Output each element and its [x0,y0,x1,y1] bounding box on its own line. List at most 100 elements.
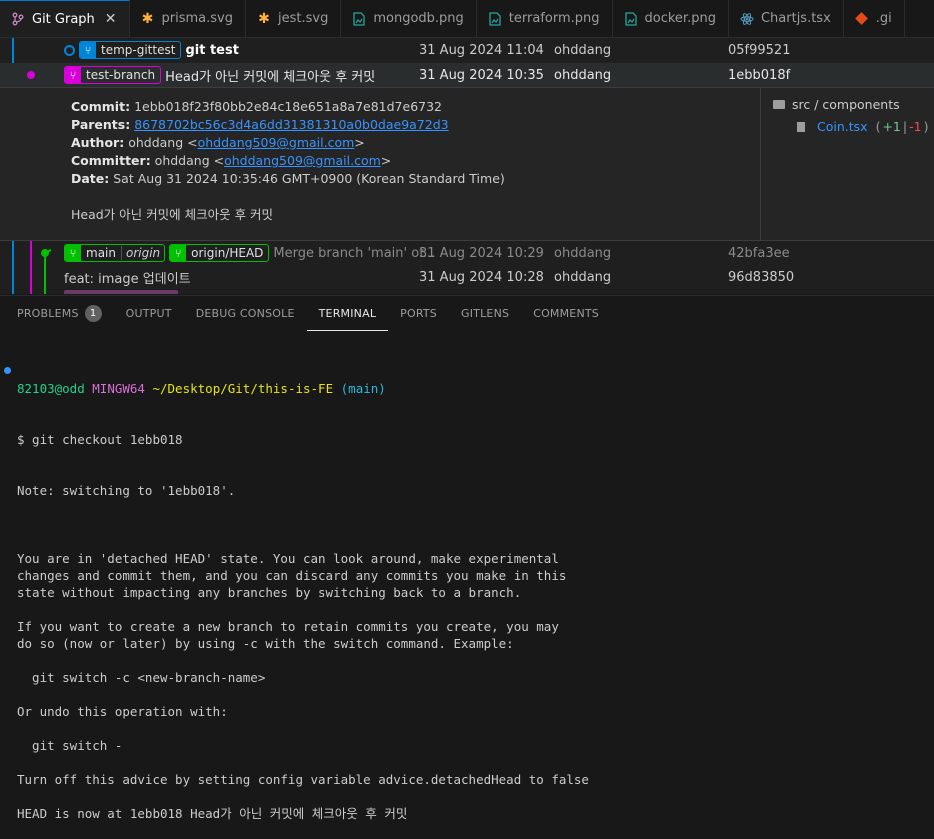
terminal-line: Or undo this operation with: [17,704,228,719]
commit-meta: Commit: 1ebb018f23f80bb2e84c18e651a8a7e8… [71,99,505,222]
terminal-line: do so (now or later) by using -c with th… [17,636,514,651]
tab-label: Git Graph [32,11,95,27]
tab-chartjs-tsx[interactable]: Chartjs.tsx [729,0,844,37]
committer-email-link[interactable]: ohddang509@gmail.com [224,153,381,168]
commit-message: Head가 아닌 커밋에 체크아웃 후 커밋 [165,69,376,85]
tab-label: .gi [875,11,892,26]
branch-icon: ⑂ [80,42,96,58]
file-deletions: -1 [909,119,922,134]
commit-message: Merge branch 'main' of... [273,245,436,261]
folder-label: src / components [792,97,900,112]
image-icon [351,11,367,27]
terminal-line: state without impacting any branches by … [17,585,522,600]
branch-icon: ⑂ [65,67,81,83]
commit-date: 31 Aug 2024 10:28 [419,269,544,285]
commit-full-hash: 1ebb018f23f80bb2e84c18e651a8a7e81d7e6732 [134,99,443,114]
folder-row[interactable]: src / components [773,97,900,112]
svg-icon: ✱ [141,10,154,27]
commit-hash: 1ebb018f [728,67,791,83]
commit-author: ohddang [554,245,612,261]
terminal-output[interactable]: 82103@odd MINGW64 ~/Desktop/Git/this-is-… [17,346,589,839]
commit-row[interactable]: feat: image 업데이트 31 Aug 2024 10:28 ohdda… [0,265,934,289]
commit-message: git test [185,42,239,58]
terminal-line: changes and commit them, and you can dis… [17,568,567,583]
commit-author: ohddang [554,67,612,83]
tab-label: jest.svg [278,11,329,26]
tab-label: docker.png [644,11,716,26]
editor-tab-bar: Git Graph ✕ ✱ prisma.svg ✱ jest.svg mong… [0,0,934,38]
commit-hash: 05f99521 [728,42,791,58]
branch-ref-test-branch[interactable]: ⑂ test-branch [64,66,162,84]
branch-icon: ⑂ [65,245,81,261]
file-icon [797,121,805,132]
commit-date: 31 Aug 2024 10:35 [419,67,544,83]
image-icon [623,11,639,27]
tab-gitignore[interactable]: .gi [844,0,905,37]
terminal-line: If you want to create a new branch to re… [17,619,559,634]
terminal-line: HEAD is now at 1ebb018 Head가 아닌 커밋에 체크아웃… [17,806,408,821]
author-email-link[interactable]: ohddang509@gmail.com [198,135,355,150]
commit-date: 31 Aug 2024 11:04 [419,42,544,58]
terminal-prompt: 82103@odd MINGW64 ~/Desktop/Git/this-is-… [17,381,386,396]
tab-ports[interactable]: PORTS [388,296,449,331]
tab-mongodb-png[interactable]: mongodb.png [341,0,477,37]
commit-hash: 42bfa3ee [728,245,790,261]
tab-gitlens[interactable]: GITLENS [449,296,521,331]
branch-ref-origin-head[interactable]: ⑂ origin/HEAD [169,244,270,262]
commit-date-full: Sat Aug 31 2024 10:35:46 GMT+0900 (Korea… [113,171,505,186]
commit-node [64,45,75,56]
branch-ref-temp-gittest[interactable]: ⑂ temp-gittest [79,41,182,59]
folder-icon [773,100,785,109]
tab-comments[interactable]: COMMENTS [521,296,611,331]
commit-row[interactable]: ⑂ main origin ⑂ origin/HEAD Merge branch… [0,241,934,265]
commit-node [41,249,49,257]
image-icon [487,11,503,27]
terminal-command: $ git checkout 1ebb018 [17,432,183,447]
parent-hash-link[interactable]: 8678702bc56c3d4a6dd31381310a0b0dae9a72d3 [134,117,448,132]
partial-ref-label [64,290,178,294]
commit-row[interactable]: ⑂ temp-gittest git test 31 Aug 2024 11:0… [0,38,934,62]
tab-output[interactable]: OUTPUT [114,296,184,331]
tab-debug-console[interactable]: DEBUG CONSOLE [184,296,307,331]
terminal-lines: Note: switching to '1ebb018'. You are in … [17,482,589,822]
tab-jest-svg[interactable]: ✱ jest.svg [246,0,342,37]
terminal-line: Note: switching to '1ebb018'. [17,483,236,498]
tab-terraform-png[interactable]: terraform.png [477,0,613,37]
file-diff-separator: | [902,119,908,134]
terminal-line: Turn off this advice by setting config v… [17,772,589,787]
tab-label: mongodb.png [373,11,464,26]
commit-node [27,71,35,79]
commit-author: ohddang [554,269,612,285]
panel-tab-bar: PROBLEMS 1 OUTPUT DEBUG CONSOLE TERMINAL … [0,295,934,331]
react-icon [739,11,755,27]
file-row[interactable]: Coin.tsx ( +1 | -1 ) [797,119,928,134]
tab-git-graph[interactable]: Git Graph ✕ [0,0,130,37]
tab-prisma-svg[interactable]: ✱ prisma.svg [130,0,246,37]
close-icon[interactable]: ✕ [105,11,117,27]
tab-label: prisma.svg [161,11,233,26]
commit-date: 31 Aug 2024 10:29 [419,245,544,261]
tab-label: terraform.png [508,11,600,26]
file-additions: +1 [882,119,901,134]
terminal-line: git switch -c <new-branch-name> [17,670,266,685]
changed-files-tree: src / components Coin.tsx ( +1 | -1 ) [760,88,934,240]
commit-details-panel: Commit: 1ebb018f23f80bb2e84c18e651a8a7e8… [0,87,934,241]
tab-problems[interactable]: PROBLEMS 1 [0,296,114,331]
git-graph-view: ⑂ temp-gittest git test 31 Aug 2024 11:0… [0,38,934,294]
commit-row-selected[interactable]: ⑂ test-branch Head가 아닌 커밋에 체크아웃 후 커밋 31 … [0,63,934,87]
file-link[interactable]: Coin.tsx [817,119,868,134]
git-icon [854,11,870,27]
commit-author: ohddang [554,42,612,58]
tab-docker-png[interactable]: docker.png [613,0,729,37]
command-decoration-icon[interactable] [4,367,11,374]
branch-ref-main[interactable]: ⑂ main origin [64,244,166,262]
tab-terminal[interactable]: TERMINAL [306,296,389,331]
